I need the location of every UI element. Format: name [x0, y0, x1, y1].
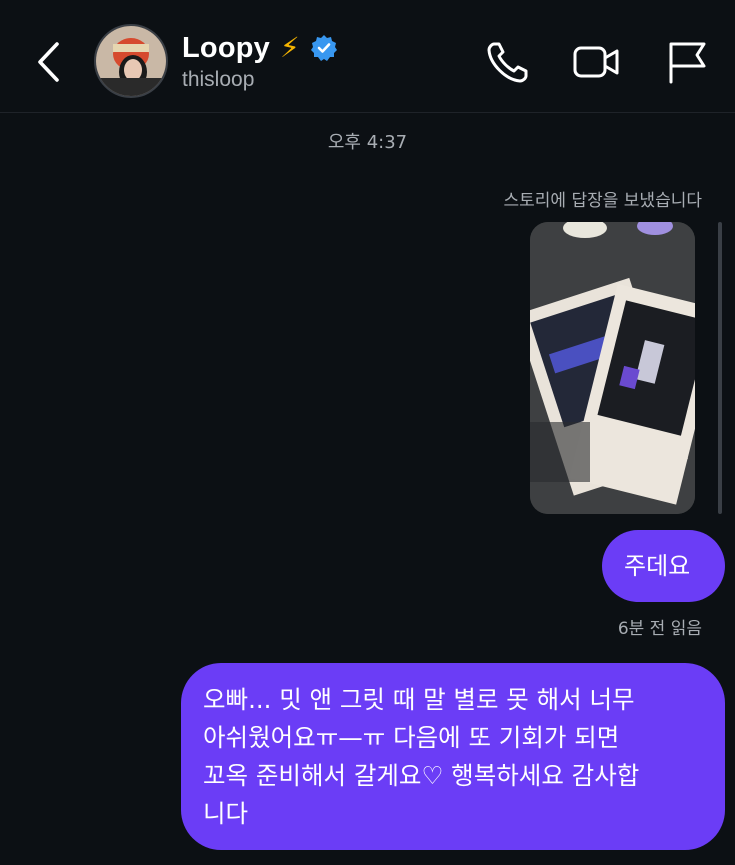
story-photo: [530, 222, 695, 514]
thread-timestamp: 오후 4:37: [327, 132, 408, 153]
call-button[interactable]: [484, 38, 532, 86]
story-reply-note: 스토리에 답장을 보냈습니다: [503, 191, 703, 211]
flag-icon: [669, 42, 706, 84]
name-row[interactable]: Loopy ⚡: [182, 28, 338, 68]
verified-badge-icon: [310, 35, 337, 61]
message-bubble[interactable]: 오빠... 밋 앤 그릿 때 말 별로 못 해서 너무 아쉬웠어요ㅠ—ㅠ 다음에…: [181, 663, 725, 850]
phone-icon: [487, 42, 528, 83]
message-bubble[interactable]: 주데요: [602, 530, 725, 602]
video-camera-icon: [573, 46, 619, 78]
bolt-icon: ⚡: [280, 31, 300, 64]
user-handle: thisloop: [182, 68, 255, 91]
avatar[interactable]: [94, 24, 168, 98]
scrollbar[interactable]: [718, 222, 722, 514]
read-receipt: 6분 전 읽음: [617, 619, 702, 639]
video-call-button[interactable]: [572, 38, 620, 86]
story-image[interactable]: [530, 222, 695, 514]
avatar-image: [96, 26, 166, 96]
user-name: Loopy: [182, 31, 270, 64]
report-button[interactable]: [664, 38, 712, 86]
chat-header: Loopy ⚡ thisloop: [0, 0, 735, 113]
chevron-left-icon: [38, 42, 59, 82]
back-button[interactable]: [26, 38, 70, 86]
